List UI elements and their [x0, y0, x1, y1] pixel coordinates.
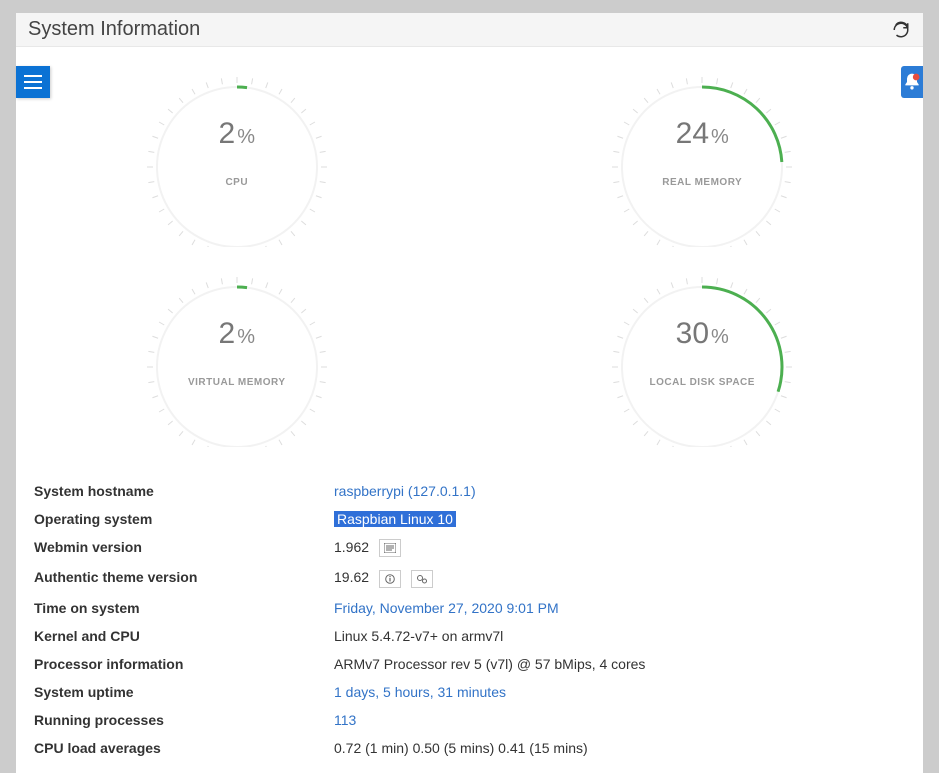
time-label: Time on system: [34, 600, 334, 616]
bell-icon: [902, 72, 922, 92]
processor-value: ARMv7 Processor rev 5 (v7l) @ 57 bMips, …: [334, 656, 645, 672]
running-processes-value[interactable]: 113: [334, 712, 356, 728]
settings-icon: [416, 574, 428, 584]
refresh-icon: [892, 21, 910, 39]
menu-icon: [24, 75, 42, 89]
kernel-value: Linux 5.4.72-v7+ on armv7l: [334, 628, 503, 644]
webmin-changelog-button[interactable]: [379, 539, 401, 557]
refresh-button[interactable]: [891, 20, 911, 40]
theme-info-button[interactable]: [379, 570, 401, 588]
kernel-label: Kernel and CPU: [34, 628, 334, 644]
page-header: System Information: [16, 13, 923, 47]
uptime-label: System uptime: [34, 684, 334, 700]
gauge-virtual-memory-label: VIRTUAL MEMORY: [127, 377, 347, 388]
gauge-cpu-value: 2: [219, 117, 236, 150]
gauge-cpu-label: CPU: [127, 177, 347, 188]
menu-toggle-button[interactable]: [16, 66, 50, 98]
theme-version-label: Authentic theme version: [34, 569, 334, 587]
os-label: Operating system: [34, 511, 334, 527]
running-processes-label: Running processes: [34, 712, 334, 728]
uptime-value[interactable]: 1 days, 5 hours, 31 minutes: [334, 684, 506, 700]
processor-label: Processor information: [34, 656, 334, 672]
gauge-local-disk-value: 30: [676, 317, 709, 350]
load-averages-value: 0.72 (1 min) 0.50 (5 mins) 0.41 (15 mins…: [334, 740, 588, 756]
gauge-real-memory-label: REAL MEMORY: [592, 177, 812, 188]
system-info-table: System hostname raspberrypi (127.0.1.1) …: [34, 477, 905, 762]
gauge-virtual-memory-value: 2: [219, 317, 236, 350]
hostname-label: System hostname: [34, 483, 334, 499]
time-value[interactable]: Friday, November 27, 2020 9:01 PM: [334, 600, 559, 616]
webmin-version-value: 1.962: [334, 539, 369, 555]
gauge-real-memory: 24% REAL MEMORY: [592, 67, 812, 247]
gauge-local-disk-label: LOCAL DISK SPACE: [592, 377, 812, 388]
theme-version-value: 19.62: [334, 569, 369, 585]
load-averages-label: CPU load averages: [34, 740, 334, 756]
theme-settings-button[interactable]: [411, 570, 433, 588]
gauge-local-disk: 30% LOCAL DISK SPACE: [592, 267, 812, 447]
page-title: System Information: [28, 18, 200, 41]
info-icon: [385, 574, 395, 584]
gauge-virtual-memory: 2% VIRTUAL MEMORY: [127, 267, 347, 447]
webmin-version-label: Webmin version: [34, 539, 334, 557]
changelog-icon: [384, 543, 396, 553]
os-value: Raspbian Linux 10: [334, 511, 456, 527]
notifications-button[interactable]: [901, 66, 923, 98]
gauges-grid: 2% CPU 24% REAL MEMORY 2% VIRTUAL MEMORY…: [34, 67, 905, 447]
hostname-value[interactable]: raspberrypi (127.0.1.1): [334, 483, 476, 499]
gauge-cpu: 2% CPU: [127, 67, 347, 247]
gauge-real-memory-value: 24: [676, 117, 709, 150]
